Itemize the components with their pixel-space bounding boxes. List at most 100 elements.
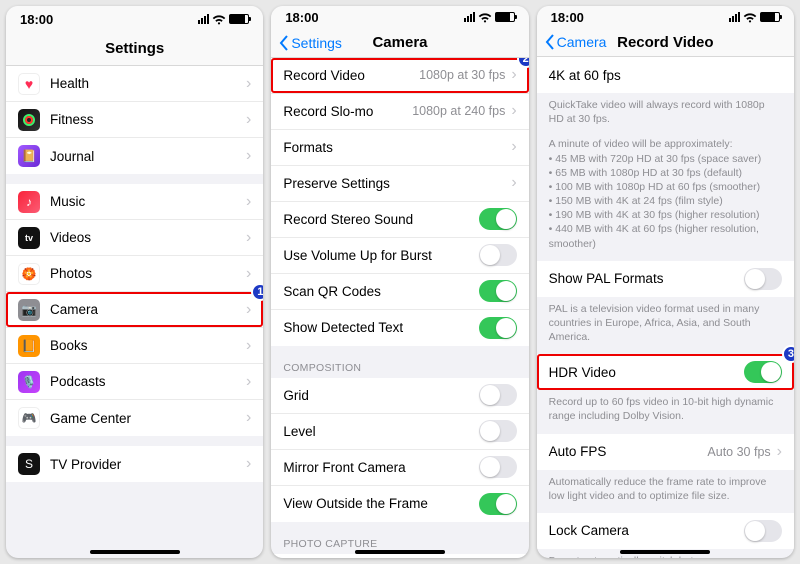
row-record-slomo[interactable]: Record Slo-mo 1080p at 240 fps › bbox=[271, 94, 528, 130]
chevron-right-icon: › bbox=[511, 139, 516, 155]
row-books[interactable]: 📙 Books › bbox=[6, 328, 263, 364]
wifi-icon bbox=[743, 12, 757, 23]
row-label: Auto FPS bbox=[549, 444, 708, 459]
row-videos[interactable]: tv Videos › bbox=[6, 220, 263, 256]
row-label: Journal bbox=[50, 149, 246, 164]
toggle-lock-camera[interactable] bbox=[744, 520, 782, 542]
camera-icon: 📷 bbox=[18, 299, 40, 321]
status-bar: 18:00 bbox=[271, 6, 528, 28]
battery-icon bbox=[760, 12, 780, 22]
row-level[interactable]: Level bbox=[271, 414, 528, 450]
row-label: Use Volume Up for Burst bbox=[283, 248, 478, 263]
row-outside-frame[interactable]: View Outside the Frame bbox=[271, 486, 528, 522]
screen-settings: 18:00 Settings ♥ Health › Fitness › 📔 Jo… bbox=[6, 6, 263, 558]
toggle-level[interactable] bbox=[479, 420, 517, 442]
footer-approx: A minute of video will be approximately:… bbox=[537, 132, 794, 250]
row-photos[interactable]: 🏵️ Photos › bbox=[6, 256, 263, 292]
chevron-right-icon: › bbox=[246, 76, 251, 92]
footer-autofps: Automatically reduce the frame rate to i… bbox=[537, 470, 794, 503]
back-button[interactable]: Settings bbox=[279, 28, 342, 56]
toggle-pal[interactable] bbox=[744, 268, 782, 290]
row-grid[interactable]: Grid bbox=[271, 378, 528, 414]
row-4k-60[interactable]: 4K at 60 fps bbox=[537, 57, 794, 93]
row-podcasts[interactable]: 🎙️ Podcasts › bbox=[6, 364, 263, 400]
books-icon: 📙 bbox=[18, 335, 40, 357]
row-pal-formats[interactable]: Show PAL Formats bbox=[537, 261, 794, 297]
page-title: Settings bbox=[105, 40, 164, 57]
row-label: Mirror Front Camera bbox=[283, 460, 478, 475]
toggle-outside-frame[interactable] bbox=[479, 493, 517, 515]
content[interactable]: 4K at 60 fps QuickTake video will always… bbox=[537, 57, 794, 558]
toggle-volume-burst[interactable] bbox=[479, 244, 517, 266]
section-header-composition: Composition bbox=[271, 346, 528, 378]
page-title: Record Video bbox=[617, 34, 713, 51]
content[interactable]: Record Video 1080p at 30 fps › 2 Record … bbox=[271, 58, 528, 558]
row-lock-camera[interactable]: Lock Camera bbox=[537, 513, 794, 549]
row-gamecenter[interactable]: 🎮 Game Center › bbox=[6, 400, 263, 436]
row-label: View Outside the Frame bbox=[283, 496, 478, 511]
status-indicators bbox=[464, 12, 515, 23]
row-camera[interactable]: 📷 Camera › 1 bbox=[6, 292, 263, 328]
toggle-stereo-sound[interactable] bbox=[479, 208, 517, 230]
row-preserve-settings[interactable]: Preserve Settings › bbox=[271, 166, 528, 202]
row-volume-burst[interactable]: Use Volume Up for Burst bbox=[271, 238, 528, 274]
row-label: Show Detected Text bbox=[283, 320, 478, 335]
podcasts-icon: 🎙️ bbox=[18, 371, 40, 393]
battery-icon bbox=[495, 12, 515, 22]
annotation-badge-1: 1 bbox=[251, 283, 263, 301]
chevron-right-icon: › bbox=[246, 374, 251, 390]
chevron-left-icon bbox=[545, 34, 555, 50]
status-indicators bbox=[729, 12, 780, 23]
row-record-video[interactable]: Record Video 1080p at 30 fps › 2 bbox=[271, 58, 528, 94]
home-indicator[interactable] bbox=[90, 550, 180, 554]
toggle-mirror-front[interactable] bbox=[479, 456, 517, 478]
chevron-right-icon: › bbox=[246, 194, 251, 210]
home-indicator[interactable] bbox=[355, 550, 445, 554]
toggle-scan-qr[interactable] bbox=[479, 280, 517, 302]
row-stereo-sound[interactable]: Record Stereo Sound bbox=[271, 202, 528, 238]
row-detected-text[interactable]: Show Detected Text bbox=[271, 310, 528, 346]
row-autofps[interactable]: Auto FPS Auto 30 fps › bbox=[537, 434, 794, 470]
row-tvprovider[interactable]: S TV Provider › bbox=[6, 446, 263, 482]
row-fitness[interactable]: Fitness › bbox=[6, 102, 263, 138]
approx-list: 45 MB with 720p HD at 30 fps (space save… bbox=[549, 152, 782, 251]
chevron-right-icon: › bbox=[511, 175, 516, 191]
row-detail: Auto 30 fps bbox=[707, 445, 770, 459]
approx-item: 45 MB with 720p HD at 30 fps (space save… bbox=[549, 152, 782, 166]
row-label: Videos bbox=[50, 230, 246, 245]
row-health[interactable]: ♥ Health › bbox=[6, 66, 263, 102]
chevron-right-icon: › bbox=[246, 302, 251, 318]
row-label: Record Slo-mo bbox=[283, 104, 412, 119]
toggle-grid[interactable] bbox=[479, 384, 517, 406]
row-detail: 1080p at 240 fps bbox=[412, 104, 505, 118]
status-indicators bbox=[198, 14, 249, 25]
row-photographic-styles[interactable]: Photographic Styles › bbox=[271, 554, 528, 558]
chevron-right-icon: › bbox=[511, 67, 516, 83]
row-label: 4K at 60 fps bbox=[549, 68, 782, 83]
chevron-right-icon: › bbox=[246, 410, 251, 426]
back-button[interactable]: Camera bbox=[545, 28, 607, 56]
approx-item: 190 MB with 4K at 30 fps (higher resolut… bbox=[549, 208, 782, 222]
approx-item: 150 MB with 4K at 24 fps (film style) bbox=[549, 194, 782, 208]
row-formats[interactable]: Formats › bbox=[271, 130, 528, 166]
row-music[interactable]: ♪ Music › bbox=[6, 184, 263, 220]
approx-item: 100 MB with 1080p HD at 60 fps (smoother… bbox=[549, 180, 782, 194]
row-label: Camera bbox=[50, 302, 246, 317]
row-scan-qr[interactable]: Scan QR Codes bbox=[271, 274, 528, 310]
row-mirror-front[interactable]: Mirror Front Camera bbox=[271, 450, 528, 486]
music-icon: ♪ bbox=[18, 191, 40, 213]
gamecenter-icon: 🎮 bbox=[18, 407, 40, 429]
content[interactable]: ♥ Health › Fitness › 📔 Journal › ♪ Music… bbox=[6, 66, 263, 558]
row-journal[interactable]: 📔 Journal › bbox=[6, 138, 263, 174]
row-label: Podcasts bbox=[50, 374, 246, 389]
footer-quicktake: QuickTake video will always record with … bbox=[537, 93, 794, 126]
toggle-hdr[interactable] bbox=[744, 361, 782, 383]
navbar: Settings bbox=[6, 32, 263, 66]
signal-icon bbox=[729, 12, 740, 22]
row-hdr-video[interactable]: HDR Video 3 bbox=[537, 354, 794, 390]
home-indicator[interactable] bbox=[620, 550, 710, 554]
approx-item: 65 MB with 1080p HD at 30 fps (default) bbox=[549, 166, 782, 180]
toggle-detected-text[interactable] bbox=[479, 317, 517, 339]
approx-label: A minute of video will be approximately: bbox=[549, 137, 782, 151]
page-title: Camera bbox=[372, 34, 427, 51]
